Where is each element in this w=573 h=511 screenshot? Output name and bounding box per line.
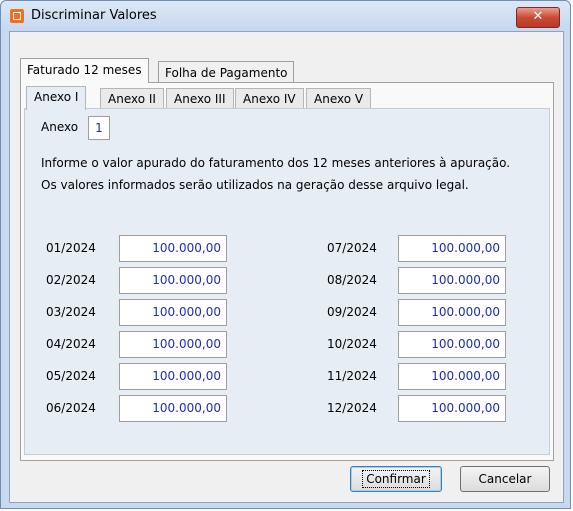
month-value-field[interactable]: 100.000,00 — [398, 235, 506, 262]
confirm-button-label: Confirmar — [362, 470, 430, 488]
anexo-label: Anexo — [41, 120, 79, 134]
month-label: 11/2024 — [327, 369, 377, 383]
month-label: 12/2024 — [327, 401, 377, 415]
tab-anexo-i[interactable]: Anexo I — [26, 86, 87, 110]
dialog-window: Discriminar Valores ✕ Faturado 12 meses … — [0, 0, 571, 509]
title-bar[interactable]: Discriminar Valores ✕ — [1, 1, 570, 31]
tab-anexo-iii[interactable]: Anexo III — [166, 88, 234, 109]
month-label: 08/2024 — [327, 273, 377, 287]
month-value-field[interactable]: 100.000,00 — [398, 331, 506, 358]
info-line-2: Os valores informados serão utilizados n… — [41, 178, 469, 192]
month-label: 04/2024 — [46, 337, 96, 351]
month-value-field[interactable]: 100.000,00 — [119, 331, 227, 358]
close-button[interactable]: ✕ — [516, 7, 560, 28]
tab-anexo-v[interactable]: Anexo V — [306, 88, 372, 109]
app-icon — [10, 9, 24, 23]
window-title: Discriminar Valores — [31, 8, 157, 23]
cancel-button[interactable]: Cancelar — [460, 466, 550, 492]
month-label: 07/2024 — [327, 241, 377, 255]
month-value-field[interactable]: 100.000,00 — [119, 267, 227, 294]
month-label: 10/2024 — [327, 337, 377, 351]
tab-panel-faturado: Anexo I Anexo II Anexo III Anexo IV Anex… — [20, 82, 554, 461]
month-value-field[interactable]: 100.000,00 — [398, 267, 506, 294]
month-label: 09/2024 — [327, 305, 377, 319]
month-label: 01/2024 — [46, 241, 96, 255]
month-label: 03/2024 — [46, 305, 96, 319]
info-line-1: Informe o valor apurado do faturamento d… — [41, 156, 511, 170]
anexo-field[interactable]: 1 — [88, 116, 110, 140]
tab-faturado-12-meses[interactable]: Faturado 12 meses — [20, 58, 149, 83]
month-label: 05/2024 — [46, 369, 96, 383]
month-label: 02/2024 — [46, 273, 96, 287]
month-value-field[interactable]: 100.000,00 — [119, 395, 227, 422]
month-value-field[interactable]: 100.000,00 — [119, 363, 227, 390]
anexo-panel: Anexo 1 Informe o valor apurado do fatur… — [24, 108, 550, 455]
confirm-button[interactable]: Confirmar — [350, 466, 442, 492]
tab-anexo-ii[interactable]: Anexo II — [100, 88, 164, 109]
dialog-client: Faturado 12 meses Folha de Pagamento Ane… — [9, 31, 564, 503]
month-value-field[interactable]: 100.000,00 — [398, 299, 506, 326]
month-value-field[interactable]: 100.000,00 — [119, 235, 227, 262]
tab-anexo-iv[interactable]: Anexo IV — [235, 88, 304, 109]
month-label: 06/2024 — [46, 401, 96, 415]
month-value-field[interactable]: 100.000,00 — [398, 395, 506, 422]
tab-folha-de-pagamento[interactable]: Folha de Pagamento — [158, 61, 295, 83]
month-value-field[interactable]: 100.000,00 — [119, 299, 227, 326]
month-value-field[interactable]: 100.000,00 — [398, 363, 506, 390]
